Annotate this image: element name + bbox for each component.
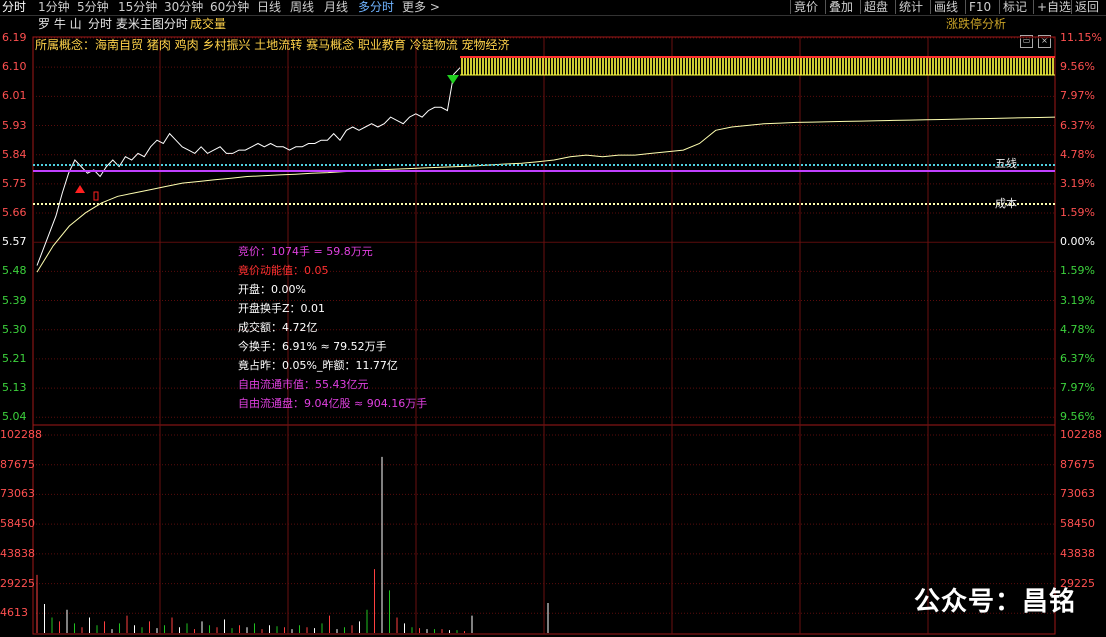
price-label-left: 5.66 [2, 206, 27, 220]
percent-label-right: 1.59% [1060, 264, 1095, 278]
float-market-value-info: 自由流通市值：55.43亿元 [238, 378, 369, 391]
percent-label-right: 4.78% [1060, 147, 1095, 161]
jingjia-energy-info: 竟价动能值：0.05 [238, 264, 329, 277]
price-label-left: 5.48 [2, 264, 27, 278]
sell-arrow-icon [447, 75, 459, 84]
intraday-chart[interactable] [0, 0, 1106, 637]
turnover-info: 今换手：6.91% ≈ 79.52万手 [238, 340, 387, 353]
price-label-left: 5.21 [2, 351, 27, 365]
percent-label-right: 9.56% [1060, 410, 1095, 424]
open-turnover-info: 开盘换手Z：0.01 [238, 302, 326, 315]
price-label-left: 5.04 [2, 410, 27, 424]
wuxian-label: 五线 [995, 157, 1017, 170]
volume-label-right: 43838 [1060, 546, 1095, 560]
price-label-left: 5.57 [2, 235, 27, 249]
price-label-left: 5.84 [2, 147, 27, 161]
price-label-left: 5.93 [2, 118, 27, 132]
watermark: 公众号：昌铭 [914, 587, 1077, 617]
price-label-left: 5.75 [2, 176, 27, 190]
percent-label-right: 6.37% [1060, 351, 1095, 365]
percent-label-right: 1.59% [1060, 206, 1095, 220]
volume-label-left: 43838 [0, 546, 35, 560]
buy-marker-icon [93, 191, 99, 201]
volume-label-right: 73063 [1060, 487, 1095, 501]
price-label-left: 5.13 [2, 381, 27, 395]
float-shares-info: 自由流通盘：9.04亿股 ≈ 904.16万手 [238, 397, 428, 410]
price-label-left: 5.39 [2, 293, 27, 307]
percent-label-right: 3.19% [1060, 176, 1095, 190]
chengben-label: 成本 [995, 197, 1017, 210]
percent-label-right: 9.56% [1060, 60, 1095, 74]
concept-tags: 所属概念：海南自贸 猪肉 鸡肉 乡村振兴 土地流转 赛马概念 职业教育 冷链物流… [35, 38, 510, 52]
chart-grid [32, 36, 1056, 635]
percent-label-right: 3.19% [1060, 293, 1095, 307]
percent-label-right: 7.97% [1060, 381, 1095, 395]
percent-label-right: 4.78% [1060, 322, 1095, 336]
price-label-left: 6.01 [2, 89, 27, 103]
volume-label-left: 29225 [0, 576, 35, 590]
percent-label-right: 6.37% [1060, 118, 1095, 132]
volume-label-right: 102288 [1060, 428, 1102, 441]
volume-label-left: 102288 [0, 428, 42, 441]
average-price-line [36, 116, 1056, 273]
volume-bars [36, 456, 549, 633]
jingzhan-info: 竟占昨：0.05%_昨额：11.77亿 [238, 359, 398, 372]
volume-label-left: 4613 [0, 606, 28, 620]
open-info: 开盘：0.00% [238, 283, 306, 296]
percent-label-right: 7.97% [1060, 89, 1095, 103]
jingjia-info: 竞价：1074手 = 59.8万元 [238, 245, 373, 258]
price-label-left: 5.30 [2, 322, 27, 336]
percent-label-right: 0.00% [1060, 235, 1095, 249]
buy-arrow-icon [75, 185, 85, 193]
volume-label-right: 87675 [1060, 457, 1095, 471]
limit-up-bars [460, 56, 1055, 76]
volume-label-left: 73063 [0, 487, 35, 501]
price-label-left: 6.10 [2, 60, 27, 74]
volume-label-left: 58450 [0, 517, 35, 531]
percent-label-right: 11.15% [1060, 31, 1102, 44]
price-line [36, 67, 461, 266]
amount-info: 成交额：4.72亿 [238, 321, 318, 334]
volume-label-right: 58450 [1060, 517, 1095, 531]
volume-label-left: 87675 [0, 457, 35, 471]
price-label-left: 6.19 [2, 31, 27, 44]
